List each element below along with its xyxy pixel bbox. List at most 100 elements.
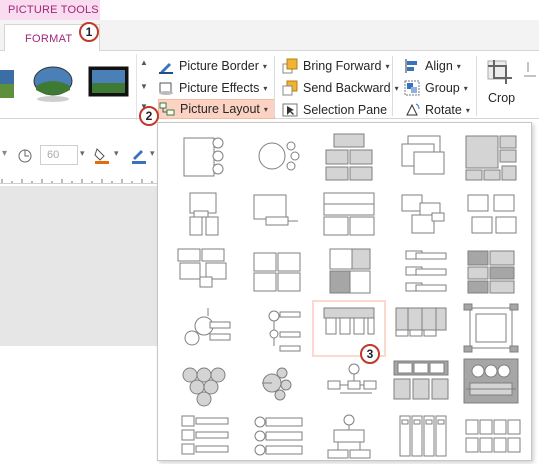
rotate-icon xyxy=(406,103,420,116)
transparency-input[interactable]: 60 xyxy=(40,145,78,165)
layout-option-vertical-picture-list[interactable] xyxy=(386,245,456,298)
layout-option-vertical-text-list[interactable] xyxy=(386,410,456,463)
group-button[interactable]: Group ▾ xyxy=(404,78,468,98)
bubble-picture-list-icon xyxy=(262,367,292,401)
picture-style-thumb[interactable] xyxy=(32,64,74,102)
layout-option-rounded-picture-list[interactable] xyxy=(242,410,312,463)
slide-canvas[interactable] xyxy=(0,186,160,346)
picture-tools-context-header: PICTURE TOOLS xyxy=(0,0,100,20)
layout-option-picture-caption-list[interactable] xyxy=(170,187,240,240)
picture-accent-list-icon xyxy=(177,248,227,288)
align-button[interactable]: Align ▾ xyxy=(404,56,461,76)
picture-lineup-icon xyxy=(323,192,375,236)
send-backward-icon xyxy=(282,80,298,96)
picture-style-thumb[interactable] xyxy=(0,64,16,102)
layout-option-bubble-list[interactable] xyxy=(242,130,312,183)
crop-icon[interactable] xyxy=(486,58,514,86)
selection-pane-icon xyxy=(282,103,298,117)
horizontal-picture-list-icon xyxy=(467,250,515,294)
layout-option-circle-picture-list[interactable] xyxy=(170,130,240,183)
fill-color-icon[interactable] xyxy=(93,145,111,165)
stacked-pictures-icon xyxy=(401,135,445,175)
crop-button[interactable]: Crop xyxy=(488,88,515,108)
picture-style-thumb[interactable] xyxy=(88,64,130,102)
layout-option-grid-matrix[interactable] xyxy=(456,130,526,183)
picture-border-button[interactable]: Picture Border ▾ xyxy=(158,56,267,76)
picture-process-boxes-icon xyxy=(465,419,521,453)
bubble-list-icon xyxy=(258,141,300,171)
callout-2: 2 xyxy=(139,106,159,126)
layout-option-hexagon-cluster[interactable] xyxy=(170,355,240,408)
chevron-down-icon[interactable]: ▾ xyxy=(150,148,155,159)
layout-option-picture-blocks[interactable] xyxy=(314,245,384,298)
circle-picture-process-icon xyxy=(268,310,301,352)
align-label: Align xyxy=(425,59,453,73)
layout-option-picture-process-boxes[interactable] xyxy=(456,410,526,463)
picture-effects-button[interactable]: Picture Effects ▾ xyxy=(158,78,267,98)
layout-option-framed-caption-pictures[interactable] xyxy=(386,302,456,355)
layout-option-offset-pictures[interactable] xyxy=(386,187,456,240)
snapshot-pictures-icon xyxy=(467,194,517,234)
crop-label: Crop xyxy=(488,91,516,105)
grid-matrix-icon xyxy=(465,135,517,181)
picture-tools-label: PICTURE TOOLS xyxy=(8,4,99,16)
chevron-down-icon: ▾ xyxy=(262,61,267,71)
layout-option-circle-picture-arrows[interactable] xyxy=(456,355,526,408)
layout-option-horizontal-picture-list[interactable] xyxy=(456,245,526,298)
organization-chart-icon xyxy=(327,414,371,459)
picture-border-icon xyxy=(159,63,173,74)
chevron-down-icon[interactable]: ▾ xyxy=(114,148,119,159)
layout-grid xyxy=(162,126,528,459)
send-backward-button[interactable]: Send Backward ▾ xyxy=(282,78,399,98)
selection-pane-button[interactable]: Selection Pane xyxy=(282,100,387,120)
group-icon xyxy=(404,80,420,96)
layout-option-picture-accent-list[interactable] xyxy=(170,245,240,298)
layout-option-bubble-picture-list[interactable] xyxy=(242,355,312,408)
selection-pane-label: Selection Pane xyxy=(303,103,388,117)
picture-layout-label: Picture Layout xyxy=(180,102,260,116)
chevron-down-icon: ▾ xyxy=(463,83,468,93)
callout-1: 1 xyxy=(79,22,99,42)
rounded-picture-list-icon xyxy=(254,416,303,456)
hexagon-cluster-icon xyxy=(182,367,226,407)
rotate-button[interactable]: Rotate ▾ xyxy=(404,100,470,120)
drawing-toolbar: ▾ 60 ▾ ▾ ▾ xyxy=(0,140,160,170)
layout-option-picture-lineup[interactable] xyxy=(314,187,384,240)
banner-picture-list-icon xyxy=(393,360,449,400)
layout-option-picture-titles-bar[interactable] xyxy=(242,187,312,240)
bring-forward-button[interactable]: Bring Forward ▾ xyxy=(282,56,390,76)
picture-effects-icon xyxy=(159,82,173,95)
picture-effects-label: Picture Effects xyxy=(179,81,260,95)
layout-option-stacked-pictures[interactable] xyxy=(386,130,456,183)
circle-accent-timeline-icon xyxy=(184,308,231,346)
vertical-text-list-icon xyxy=(399,415,447,457)
layout-option-banner-picture-list[interactable] xyxy=(386,355,456,408)
layout-option-snapshot-pictures[interactable] xyxy=(456,187,526,240)
layout-option-picture-frame[interactable] xyxy=(456,302,526,355)
gallery-down-arrow-icon[interactable]: ▼ xyxy=(140,82,148,91)
picture-caption-list-icon xyxy=(189,192,219,236)
layout-option-organization-chart[interactable] xyxy=(314,410,384,463)
group-divider xyxy=(274,56,275,116)
picture-grid-text-icon xyxy=(325,133,373,181)
circle-picture-arrows-icon xyxy=(463,358,519,404)
picture-layout-button[interactable]: Picture Layout ▾ xyxy=(158,99,275,119)
bring-forward-icon xyxy=(282,58,298,74)
layout-option-vertical-picture-accent-list[interactable] xyxy=(170,410,240,463)
gallery-up-arrow-icon[interactable]: ▲ xyxy=(140,58,148,67)
picture-titles-bar-icon xyxy=(253,194,298,226)
picture-tiles-2x2-icon xyxy=(253,252,301,292)
toolbar-chevron-icon[interactable]: ▾ xyxy=(2,148,7,159)
chevron-down-icon: ▾ xyxy=(385,61,390,71)
picture-layout-gallery xyxy=(157,122,532,461)
layout-option-circle-accent-timeline[interactable] xyxy=(170,302,240,355)
layout-option-picture-tiles-2x2[interactable] xyxy=(242,245,312,298)
outline-color-icon[interactable] xyxy=(130,145,148,165)
picture-frame-icon xyxy=(463,303,519,353)
layout-option-picture-grid-text[interactable] xyxy=(314,130,384,183)
chevron-down-icon[interactable]: ▾ xyxy=(80,148,85,159)
group-divider xyxy=(476,56,477,116)
picture-layout-icon xyxy=(159,102,175,116)
group-label: Group xyxy=(425,81,460,95)
layout-option-circle-picture-process[interactable] xyxy=(242,302,312,355)
